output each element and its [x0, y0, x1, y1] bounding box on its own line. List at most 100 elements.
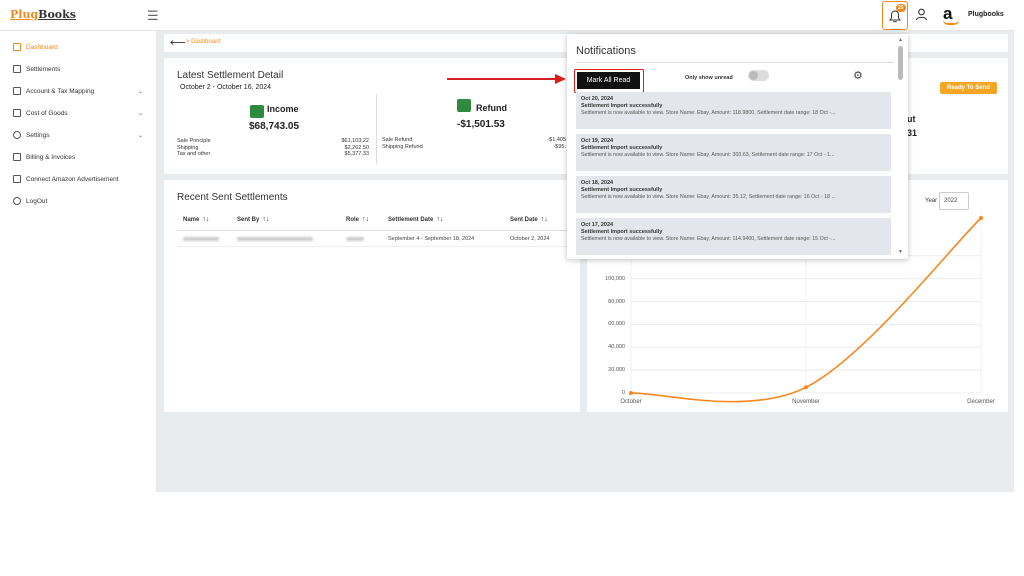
sidebar-item-label: Connect Amazon Advertisement [26, 175, 119, 183]
notification-badge: 26 [896, 4, 906, 12]
amazon-smile-icon [943, 20, 959, 25]
breadcrumb-dashboard[interactable]: > Dashboard [186, 39, 221, 45]
data-point[interactable] [979, 216, 983, 221]
column-header-role[interactable]: Role ↑↓ [346, 216, 369, 223]
notification-date: Oct 17, 2024 [581, 222, 614, 228]
money-bag-icon [250, 105, 264, 118]
scrollbar-thumb[interactable] [898, 46, 903, 80]
sidebar-item-label: Settings [26, 131, 50, 139]
notification-body: Settlement is now available to view. Sto… [581, 110, 836, 116]
redacted-email [237, 237, 313, 241]
sidebar-item-label: Account & Tax Mapping [26, 87, 95, 95]
income-value-tax: $5,377.33 [344, 151, 369, 157]
sidebar-item-billing-invoices[interactable]: Billing & Invoices [13, 153, 143, 161]
refund-label: Refund [476, 103, 507, 113]
ready-to-send-button[interactable]: Ready To Send [940, 82, 997, 94]
refund-line-items: Sale Refund Shipping Refund [382, 137, 423, 150]
column-header-label: Sent Date [510, 217, 538, 223]
refund-amount: -$1,501.53 [457, 119, 505, 130]
breadcrumb-label: Dashboard [191, 39, 221, 45]
annotation-arrow-head [555, 74, 566, 84]
column-header-settlement-date[interactable]: Settlement Date ↑↓ [388, 216, 443, 223]
sort-icon[interactable]: ↑↓ [262, 216, 269, 223]
sidebar-item-settings[interactable]: Settings ⌄ [13, 131, 143, 139]
notification-item[interactable]: Oct 19, 2024 Settlement Import successfu… [576, 134, 891, 171]
column-header-label: Name [183, 217, 200, 223]
notification-item[interactable]: Oct 18, 2024 Settlement Import successfu… [576, 176, 891, 213]
redacted-name [183, 237, 219, 241]
income-label: Income [267, 104, 299, 114]
store-name[interactable]: Plugbooks [968, 11, 1004, 18]
logo-part-plug: Plug [10, 8, 39, 21]
sidebar-item-cost-of-goods[interactable]: Cost of Goods ⌄ [13, 109, 143, 117]
data-point[interactable] [804, 385, 808, 390]
sort-icon[interactable]: ↑↓ [541, 216, 548, 223]
mark-all-read-button[interactable]: Mark All Read [577, 72, 640, 89]
partial-summary-label: ut [907, 114, 916, 124]
table-cell-sent-date: October 2, 2024 [510, 236, 550, 242]
sidebar-item-account-tax-mapping[interactable]: Account & Tax Mapping ⌄ [13, 87, 143, 95]
sidebar-item-label: Settlements [26, 65, 61, 73]
latest-settlement-title: Latest Settlement Detail [177, 70, 284, 81]
logo[interactable]: PlugBooks [10, 8, 76, 21]
scroll-down-icon[interactable]: ▼ [898, 249, 903, 255]
annotation-arrow-line [447, 78, 557, 80]
notification-item[interactable]: Oct 17, 2024 Settlement Import successfu… [576, 218, 891, 255]
column-header-name[interactable]: Name ↑↓ [183, 216, 209, 223]
chevron-down-icon: ⌄ [137, 88, 143, 95]
column-header-label: Sent By [237, 217, 260, 223]
gear-icon [13, 131, 21, 139]
gear-icon[interactable]: ⚙ [853, 69, 863, 82]
notification-date: Oct 18, 2024 [581, 180, 614, 186]
chevron-down-icon: ⌄ [137, 132, 143, 139]
notification-body: Settlement is now available to view. Sto… [581, 194, 836, 200]
column-header-sent-date[interactable]: Sent Date ↑↓ [510, 216, 548, 223]
column-header-label: Role [346, 217, 360, 223]
top-bar: PlugBooks ☰ 26 a Plugbooks [0, 0, 1014, 31]
sidebar-item-logout[interactable]: LogOut [13, 197, 143, 205]
data-point[interactable] [629, 391, 633, 395]
sort-icon[interactable]: ↑↓ [362, 216, 369, 223]
billing-icon [13, 153, 21, 161]
table-header-divider [177, 230, 569, 231]
income-line-values: $61,103.22 $2,262.50 $5,377.33 [309, 138, 369, 158]
sort-icon[interactable]: ↑↓ [436, 216, 443, 223]
notifications-title: Notifications [576, 45, 636, 57]
notification-date: Oct 19, 2024 [581, 138, 614, 144]
income-line-items: Sale Principle Shipping Tax and other [177, 138, 211, 158]
sidebar-item-connect-amazon-advertisement[interactable]: Connect Amazon Advertisement [13, 175, 143, 183]
notification-item[interactable]: Oct 20, 2024 Settlement Import successfu… [576, 92, 891, 129]
notification-heading: Settlement Import successfully [581, 145, 663, 151]
menu-toggle-icon[interactable]: ☰ [147, 8, 159, 24]
power-icon [13, 197, 21, 205]
latest-settlement-date-range: October 2 - October 16, 2024 [180, 84, 272, 91]
notification-button[interactable]: 26 [882, 1, 908, 30]
notification-heading: Settlement Import successfully [581, 187, 663, 193]
notification-heading: Settlement Import successfully [581, 229, 663, 235]
back-arrow-icon[interactable]: ⟵ [170, 36, 186, 49]
partial-summary-amount: 31 [907, 128, 918, 138]
column-header-label: Settlement Date [388, 217, 434, 223]
user-icon[interactable] [915, 8, 928, 21]
sidebar-item-label: Cost of Goods [26, 109, 68, 117]
sidebar-item-dashboard[interactable]: Dashboard [13, 43, 143, 51]
income-line-tax: Tax and other [177, 151, 211, 157]
recent-settlements-card: Recent Sent Settlements Name ↑↓ Sent By ↑↓… [164, 180, 580, 412]
scroll-up-icon[interactable]: ▲ [898, 37, 903, 43]
column-divider [376, 94, 377, 164]
only-unread-label: Only show unread [685, 75, 733, 81]
refund-line-shipping-refund: Shipping Refund [382, 143, 423, 150]
sort-icon[interactable]: ↑↓ [202, 216, 209, 223]
sidebar-item-settlements[interactable]: Settlements [13, 65, 143, 73]
notification-body: Settlement is now available to view. Sto… [581, 236, 836, 242]
notification-heading: Settlement Import successfully [581, 103, 663, 109]
mark-all-read-highlight: Mark All Read [574, 69, 644, 93]
chevron-down-icon: ⌄ [137, 110, 143, 117]
box-icon [13, 109, 21, 117]
refund-line-values: -$1,405 -$95. [514, 137, 566, 150]
only-unread-toggle[interactable] [748, 70, 769, 81]
advertisement-icon [13, 175, 21, 183]
home-icon [13, 43, 21, 51]
document-icon [13, 65, 21, 73]
column-header-sent-by[interactable]: Sent By ↑↓ [237, 216, 269, 223]
